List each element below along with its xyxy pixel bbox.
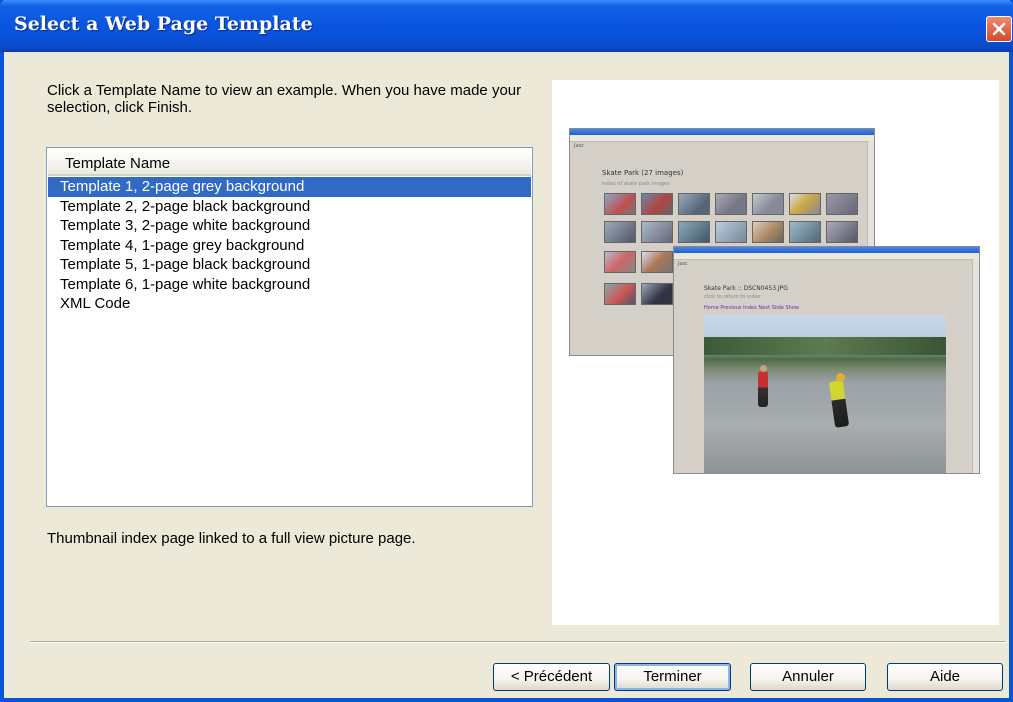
preview-photo <box>704 315 946 473</box>
list-item-template-1[interactable]: Template 1, 2-page grey background <box>48 177 531 197</box>
template-list[interactable]: Template Name Template 1, 2-page grey ba… <box>46 147 533 507</box>
close-button[interactable] <box>986 16 1012 42</box>
list-item-xml-code[interactable]: XML Code <box>48 294 531 314</box>
list-item-template-5[interactable]: Template 5, 1-page black background <box>48 255 531 275</box>
instruction-text: Click a Template Name to view an example… <box>47 82 522 116</box>
column-header-label: Template Name <box>65 155 171 172</box>
preview-picture-page: Jasc Skate Park :: DSCN0453.JPG click to… <box>673 246 980 474</box>
list-item-template-4[interactable]: Template 4, 1-page grey background <box>48 236 531 256</box>
close-icon <box>992 22 1006 36</box>
button-separator <box>30 641 1005 643</box>
list-item-template-3[interactable]: Template 3, 2-page white background <box>48 216 531 236</box>
title-bar[interactable]: Select a Web Page Template <box>0 0 1013 52</box>
template-description: Thumbnail index page linked to a full vi… <box>47 530 416 547</box>
template-preview: Jasc Skate Park (27 images) index of ska… <box>552 80 999 625</box>
window-title: Select a Web Page Template <box>14 13 313 35</box>
finish-button[interactable]: Terminer <box>614 663 731 691</box>
help-button[interactable]: Aide <box>887 663 1003 691</box>
back-button[interactable]: < Précédent <box>493 663 610 691</box>
column-header-template-name[interactable]: Template Name <box>48 149 531 176</box>
list-item-template-2[interactable]: Template 2, 2-page black background <box>48 197 531 217</box>
cancel-button[interactable]: Annuler <box>750 663 866 691</box>
list-item-template-6[interactable]: Template 6, 1-page white background <box>48 275 531 295</box>
